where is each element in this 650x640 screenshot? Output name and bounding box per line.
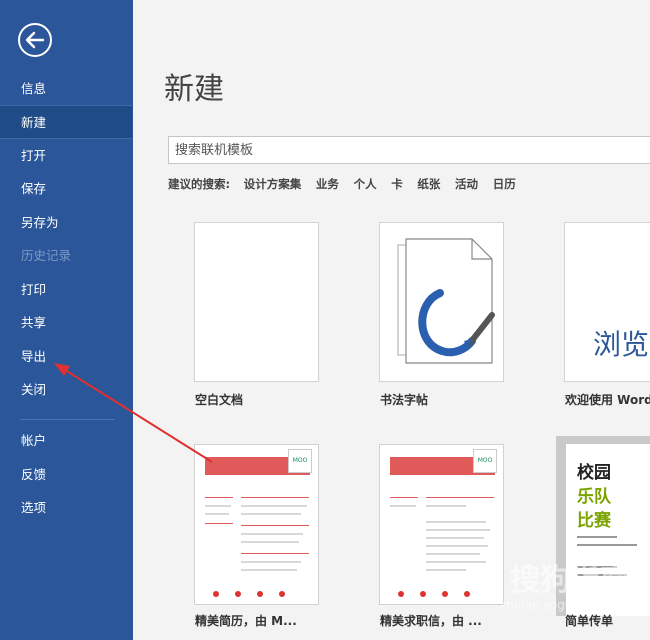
annotation-arrow-icon — [54, 363, 213, 463]
watermark-text: 搜狗指南 — [510, 563, 630, 598]
watermark-url: zhinan.sogou.com — [500, 598, 610, 612]
